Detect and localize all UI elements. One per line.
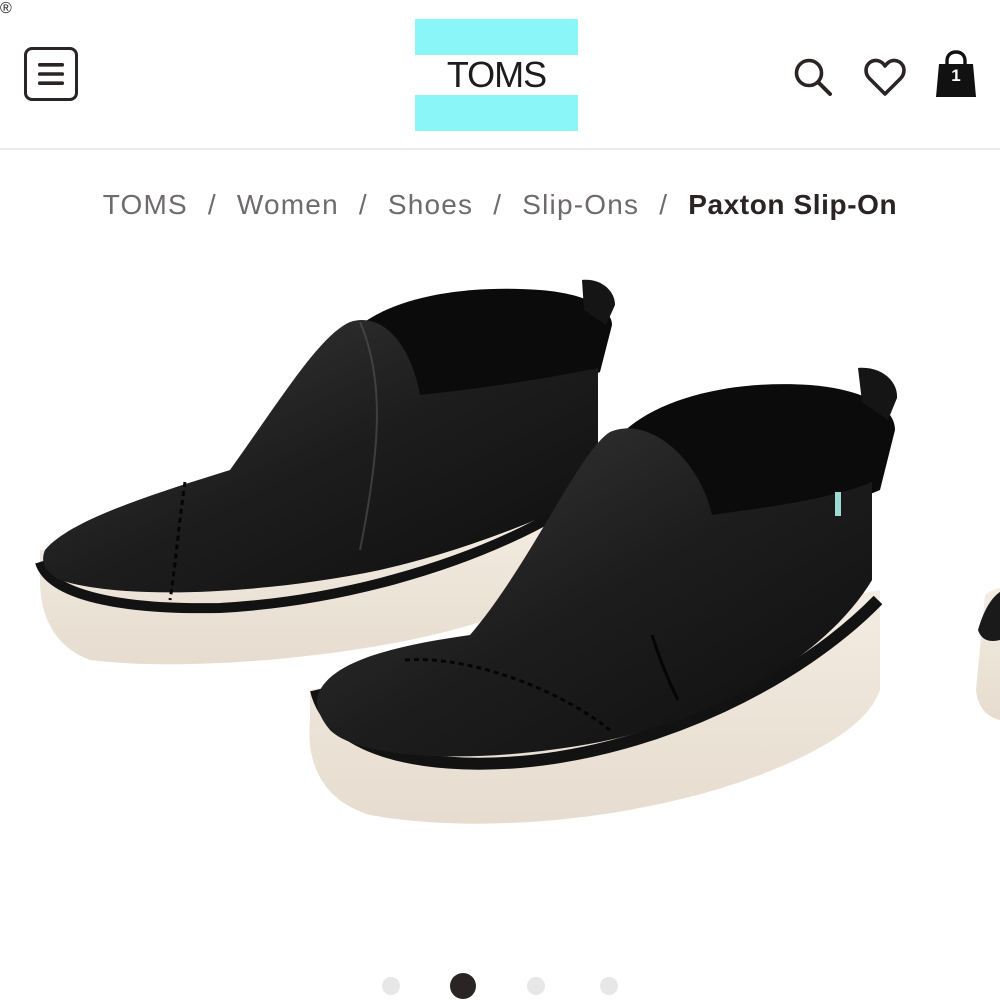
logo-bottom-bar [415,95,578,131]
wishlist-button[interactable] [862,55,908,99]
heart-icon [864,58,906,96]
product-page: TOMS ® 1 TOMS / Women / Shoes / Slip-Ons… [0,0,1000,1000]
logo-top-bar [415,19,578,55]
breadcrumb-item-women[interactable]: Women [237,189,339,221]
search-button[interactable] [790,54,836,100]
next-slide-peek [976,588,1000,720]
breadcrumb-separator: / [493,189,503,220]
carousel-dot-4[interactable] [600,977,618,995]
bag-count-badge: 1 [951,66,961,85]
breadcrumb-current: Paxton Slip-On [688,189,898,220]
carousel-dot-2-active[interactable] [450,973,476,999]
site-header: TOMS ® 1 [0,0,1000,150]
logo-wordmark: TOMS [446,54,547,95]
product-shoes-illustration [35,279,1000,824]
hamburger-menu-icon [38,63,64,85]
breadcrumb-item-toms[interactable]: TOMS [103,189,188,221]
product-image[interactable] [0,250,1000,950]
breadcrumb-item-shoes[interactable]: Shoes [388,189,473,221]
breadcrumb-separator: / [358,189,368,220]
breadcrumb: TOMS / Women / Shoes / Slip-Ons / Paxton… [0,183,1000,227]
breadcrumb-separator: / [659,189,669,220]
carousel-dot-3[interactable] [527,977,545,995]
search-icon [794,58,832,96]
toms-logo[interactable]: TOMS [415,19,578,131]
shopping-bag-button[interactable]: 1 [934,50,978,100]
carousel-dots [0,972,1000,1000]
carousel-dot-1[interactable] [382,977,400,995]
logo-registered-mark: ® [0,0,12,17]
menu-button[interactable] [24,47,78,101]
breadcrumb-item-slip-ons[interactable]: Slip-Ons [522,189,639,221]
breadcrumb-separator: / [207,189,217,220]
